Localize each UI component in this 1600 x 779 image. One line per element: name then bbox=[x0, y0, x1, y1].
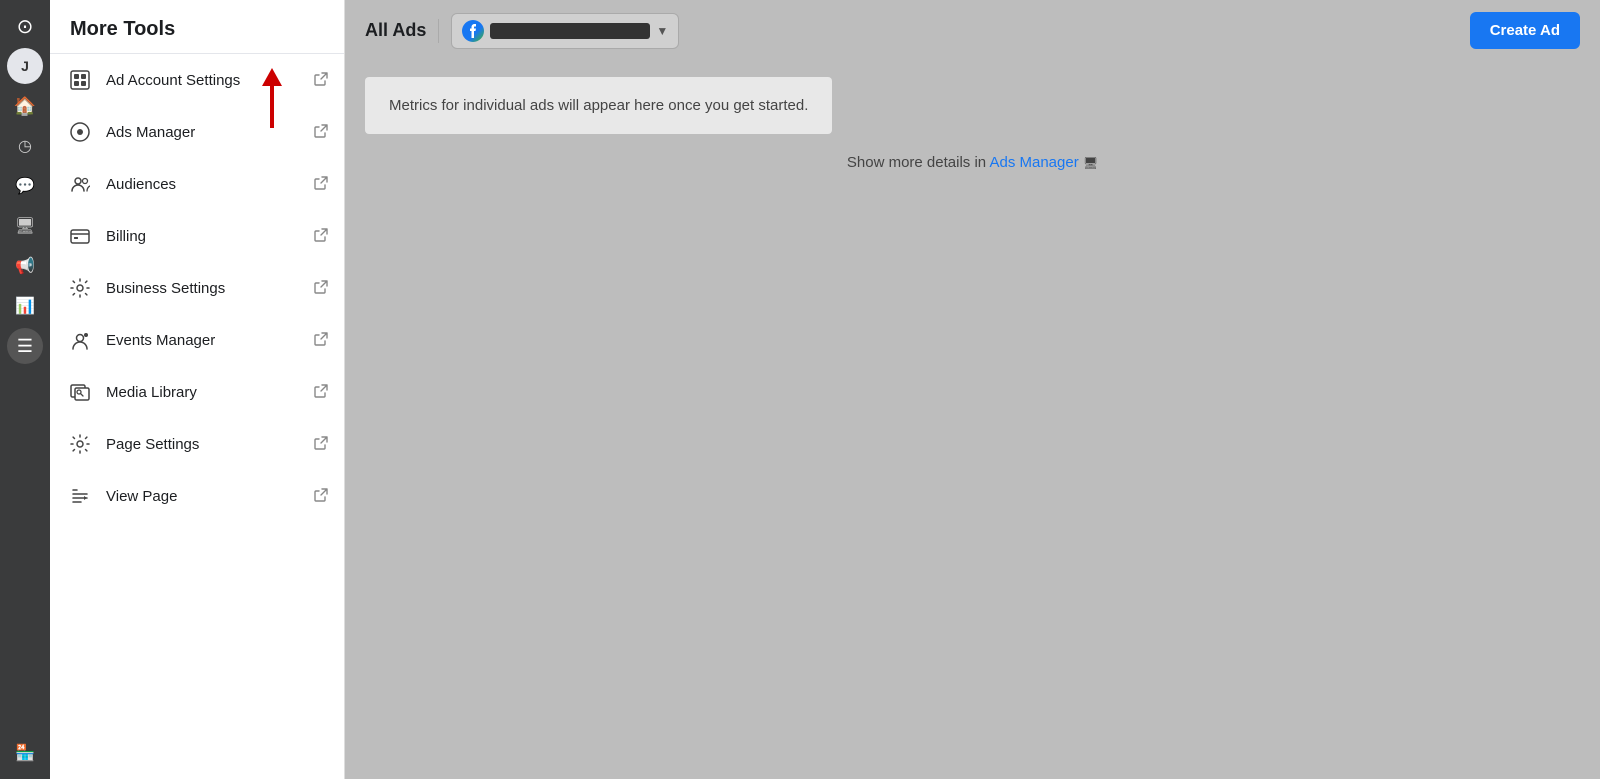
show-more-text: Show more details in Ads Manager 🖥 bbox=[365, 154, 1580, 171]
ads-manager-label: Ads Manager bbox=[106, 124, 195, 141]
menu-item-page-settings[interactable]: Page Settings bbox=[50, 418, 344, 470]
icon-navigation: ⊙ J 🏠 ◷ 💬 🖥 📢 📊 ☰ 🏪 bbox=[0, 0, 50, 779]
stats-icon[interactable]: 📊 bbox=[7, 288, 43, 324]
menu-item-events-manager[interactable]: Events Manager bbox=[50, 314, 344, 366]
menu-icon[interactable]: ☰ bbox=[7, 328, 43, 364]
chevron-down-icon: ▼ bbox=[656, 24, 668, 38]
menu-item-left: Business Settings bbox=[66, 274, 225, 302]
ads-manager-icon bbox=[66, 118, 94, 146]
menu-item-left: Ads Manager bbox=[66, 118, 195, 146]
user-avatar[interactable]: J bbox=[7, 48, 43, 84]
ad-account-settings-icon bbox=[66, 66, 94, 94]
audiences-label: Audiences bbox=[106, 176, 176, 193]
menu-item-billing[interactable]: Billing bbox=[50, 210, 344, 262]
metrics-message: Metrics for individual ads will appear h… bbox=[389, 97, 808, 114]
external-link-icon-ad-account bbox=[314, 72, 328, 89]
external-link-icon-media-library bbox=[314, 384, 328, 401]
menu-item-left: Events Manager bbox=[66, 326, 215, 354]
view-page-label: View Page bbox=[106, 488, 177, 505]
events-manager-label: Events Manager bbox=[106, 332, 215, 349]
page-settings-icon bbox=[66, 430, 94, 458]
home-icon[interactable]: 🏠 bbox=[7, 88, 43, 124]
external-link-icon-page-settings bbox=[314, 436, 328, 453]
chat-icon[interactable]: 💬 bbox=[7, 168, 43, 204]
divider bbox=[438, 19, 439, 43]
top-bar: All Ads ▼ Create Ad bbox=[345, 0, 1600, 61]
billing-icon bbox=[66, 222, 94, 250]
external-link-icon-events-manager bbox=[314, 332, 328, 349]
business-settings-label: Business Settings bbox=[106, 280, 225, 297]
menu-item-left: Page Settings bbox=[66, 430, 199, 458]
account-name-redacted bbox=[490, 23, 650, 39]
menu-item-view-page[interactable]: View Page bbox=[50, 470, 344, 522]
recent-icon[interactable]: ◷ bbox=[7, 128, 43, 164]
menu-item-business-settings[interactable]: Business Settings bbox=[50, 262, 344, 314]
metrics-card: Metrics for individual ads will appear h… bbox=[365, 77, 832, 134]
external-link-icon-view-page bbox=[314, 488, 328, 505]
menu-item-left: Audiences bbox=[66, 170, 176, 198]
billing-label: Billing bbox=[106, 228, 146, 245]
all-ads-label: All Ads bbox=[365, 20, 426, 41]
business-settings-icon bbox=[66, 274, 94, 302]
menu-item-left: View Page bbox=[66, 482, 177, 510]
account-selector[interactable]: ▼ bbox=[451, 13, 679, 49]
media-library-label: Media Library bbox=[106, 384, 197, 401]
pages-icon[interactable]: 🖥 bbox=[7, 208, 43, 244]
ads-manager-link[interactable]: Ads Manager bbox=[989, 154, 1078, 171]
external-link-icon-ads-manager bbox=[314, 124, 328, 141]
more-tools-header: More Tools bbox=[50, 0, 344, 54]
menu-item-left: Billing bbox=[66, 222, 146, 250]
menu-item-left: Media Library bbox=[66, 378, 197, 406]
menu-item-ads-manager[interactable]: Ads Manager bbox=[50, 106, 344, 158]
menu-item-left: Ad Account Settings bbox=[66, 66, 240, 94]
main-content: All Ads ▼ Create Ad Metrics for individu… bbox=[345, 0, 1600, 779]
events-manager-icon bbox=[66, 326, 94, 354]
ad-account-settings-label: Ad Account Settings bbox=[106, 72, 240, 89]
top-bar-left: All Ads ▼ bbox=[365, 13, 679, 49]
show-more-prefix: Show more details in bbox=[847, 154, 990, 171]
create-ad-button[interactable]: Create Ad bbox=[1470, 12, 1580, 49]
external-link-icon-business-settings bbox=[314, 280, 328, 297]
fb-icon bbox=[462, 20, 484, 42]
media-library-icon bbox=[66, 378, 94, 406]
menu-item-audiences[interactable]: Audiences bbox=[50, 158, 344, 210]
megaphone-icon[interactable]: 📢 bbox=[7, 248, 43, 284]
view-page-icon bbox=[66, 482, 94, 510]
menu-item-ad-account-settings[interactable]: Ad Account Settings bbox=[50, 54, 344, 106]
content-area: Metrics for individual ads will appear h… bbox=[345, 61, 1600, 779]
audiences-icon bbox=[66, 170, 94, 198]
page-settings-label: Page Settings bbox=[106, 436, 199, 453]
ads-manager-icon-small: 🖥 bbox=[1083, 156, 1098, 170]
more-tools-panel: More Tools Ad Account Settings bbox=[50, 0, 345, 779]
external-link-icon-billing bbox=[314, 228, 328, 245]
marketplace-icon[interactable]: 🏪 bbox=[7, 735, 43, 771]
menu-item-media-library[interactable]: Media Library bbox=[50, 366, 344, 418]
logo-icon[interactable]: ⊙ bbox=[7, 8, 43, 44]
external-link-icon-audiences bbox=[314, 176, 328, 193]
